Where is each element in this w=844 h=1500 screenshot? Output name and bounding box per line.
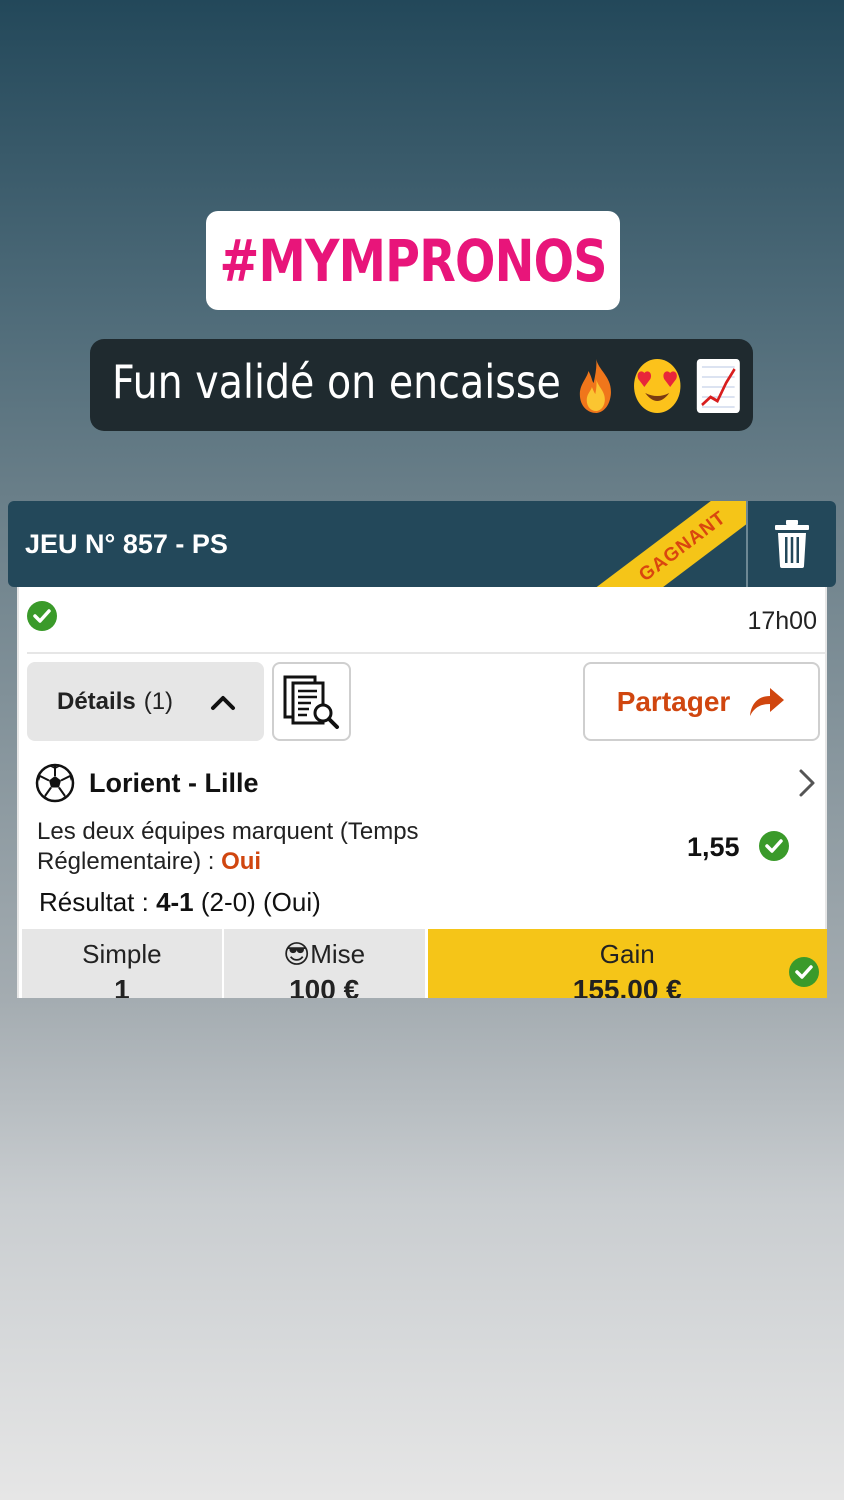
match-time: 17h00 xyxy=(747,607,817,635)
divider xyxy=(27,652,825,654)
share-arrow-icon xyxy=(750,687,785,716)
caption-sticker: Fun validé on encaisse xyxy=(90,339,753,431)
market-description: Les deux équipes marquent (Temps Régleme… xyxy=(37,817,497,877)
bet-card: JEU N° 857 - PS GAGNANT 17h00 Détails (1… xyxy=(0,500,844,998)
receipt-search-icon xyxy=(283,675,339,729)
odds-value: 1,55 xyxy=(687,832,740,862)
view-receipt-button[interactable] xyxy=(272,662,351,741)
bet-type-cell: Simple 1 xyxy=(22,929,222,998)
chart-increasing-emoji-icon xyxy=(695,357,741,415)
stake-label: 😎Mise xyxy=(283,939,366,969)
delete-button[interactable] xyxy=(748,501,836,587)
winner-ribbon: GAGNANT xyxy=(563,501,748,587)
details-toggle-button[interactable]: Détails (1) xyxy=(27,662,264,741)
market-pick: Oui xyxy=(221,848,262,875)
fire-emoji-icon xyxy=(573,357,619,415)
trash-icon xyxy=(775,520,809,568)
soccer-ball-icon xyxy=(35,763,75,803)
caption-text: Fun validé on encaisse xyxy=(112,355,561,410)
heart-eyes-emoji-icon xyxy=(632,357,682,415)
bet-body: 17h00 Détails (1) Partager Lorient - Lil… xyxy=(17,587,827,998)
gain-value: 155.00 € xyxy=(572,974,682,998)
share-button[interactable]: Partager xyxy=(583,662,820,741)
match-row[interactable]: Lorient - Lille xyxy=(35,763,817,803)
result-score: 4-1 xyxy=(156,887,194,917)
bet-type-label: Simple xyxy=(82,939,162,969)
match-name: Lorient - Lille xyxy=(89,768,259,798)
hashtag-text: #MYMPRONOS xyxy=(219,226,607,295)
gain-check-icon xyxy=(789,957,819,994)
result-label: Résultat : xyxy=(39,887,149,917)
chevron-right-icon xyxy=(799,769,815,797)
share-label: Partager xyxy=(616,685,731,717)
winner-ribbon-label: GAGNANT xyxy=(635,507,731,586)
bet-header: JEU N° 857 - PS GAGNANT xyxy=(8,501,836,587)
odds-check-icon xyxy=(759,831,789,866)
gain-cell: Gain 155.00 € xyxy=(427,929,827,998)
details-count: (1) xyxy=(143,687,174,715)
result-detail: (2-0) (Oui) xyxy=(200,887,321,917)
bet-type-value: 1 xyxy=(114,974,130,998)
success-check-icon xyxy=(27,601,57,636)
bet-summary: Simple 1 😎Mise 100 € Gain 155.00 € xyxy=(22,929,827,998)
stake-cell: 😎Mise 100 € xyxy=(223,929,425,998)
chevron-up-icon xyxy=(210,690,236,718)
stake-value: 100 € xyxy=(289,974,360,998)
match-result: Résultat : 4-1 (2-0) (Oui) xyxy=(39,887,321,918)
hashtag-sticker: #MYMPRONOS xyxy=(206,211,620,310)
caption-line: Fun validé on encaisse xyxy=(112,355,741,415)
details-label: Détails xyxy=(57,687,136,715)
gain-label: Gain xyxy=(599,939,655,969)
ribbon-clip: GAGNANT xyxy=(8,501,748,587)
